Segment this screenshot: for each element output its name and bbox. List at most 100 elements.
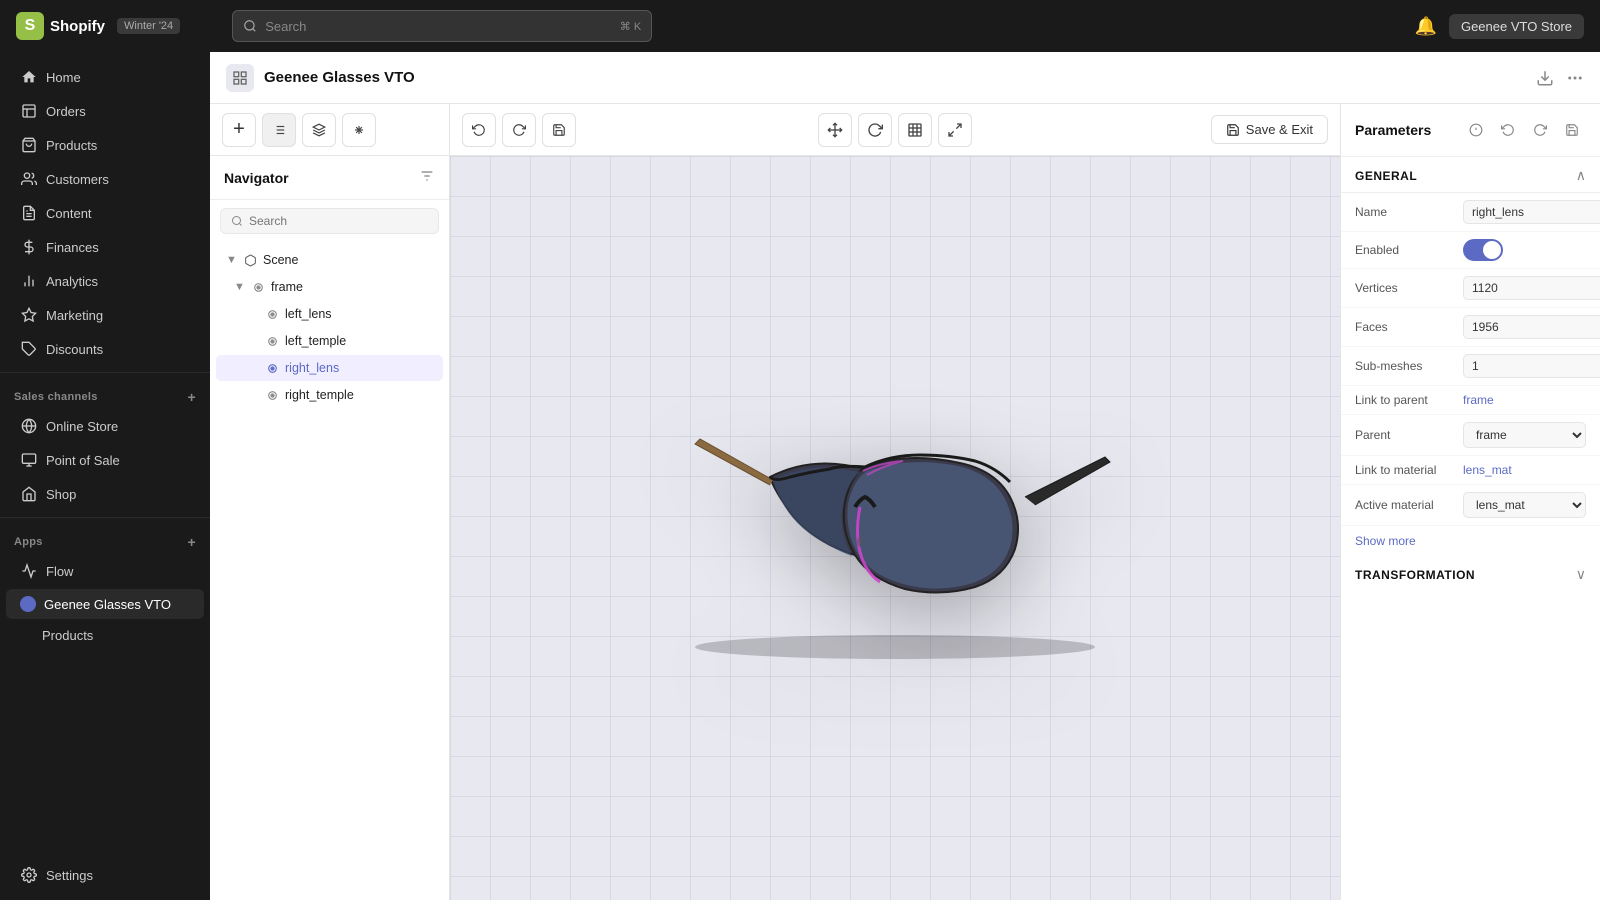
param-link-material-value[interactable]: lens_mat: [1463, 463, 1512, 477]
param-link-material-row: Link to material lens_mat: [1341, 456, 1600, 485]
sidebar-item-flow[interactable]: Flow: [6, 555, 204, 587]
tree-item-right-lens[interactable]: ▶ right_lens: [216, 355, 443, 381]
param-faces-label: Faces: [1355, 320, 1455, 334]
undo-icon: [472, 123, 486, 137]
sidebar-item-marketing[interactable]: Marketing: [6, 299, 204, 331]
save-button[interactable]: [542, 113, 576, 147]
transformation-chevron[interactable]: ∨: [1576, 566, 1586, 583]
notifications-bell[interactable]: 🔔: [1415, 16, 1437, 37]
sidebar-item-shop[interactable]: Shop: [6, 478, 204, 510]
sidebar-item-point-of-sale[interactable]: Point of Sale: [6, 444, 204, 476]
shopify-logo: S Shopify: [16, 12, 105, 40]
tree-item-scene[interactable]: ▼ Scene: [216, 247, 443, 273]
right-temple-icon: [264, 387, 280, 403]
save-exit-button[interactable]: Save & Exit: [1211, 115, 1328, 144]
params-redo-icon[interactable]: [1526, 116, 1554, 144]
param-name-input[interactable]: [1463, 200, 1600, 224]
online-store-icon: [20, 417, 38, 435]
params-info-icon[interactable]: [1462, 116, 1490, 144]
sidebar-item-settings[interactable]: Settings: [6, 859, 204, 891]
sidebar-label-orders: Orders: [46, 104, 86, 119]
sidebar-item-discounts[interactable]: Discounts: [6, 333, 204, 365]
sidebar-item-products-sub[interactable]: Products: [6, 621, 204, 650]
param-vertices-label: Vertices: [1355, 281, 1455, 295]
general-section-header[interactable]: GENERAL ∧: [1341, 157, 1600, 193]
param-vertices-input: [1463, 276, 1600, 300]
search-input[interactable]: [265, 19, 612, 34]
sidebar-item-content[interactable]: Content: [6, 197, 204, 229]
navigator-search-input[interactable]: [249, 214, 428, 228]
add-button[interactable]: +: [222, 113, 256, 147]
undo-button[interactable]: [462, 113, 496, 147]
transformation-section-header[interactable]: TRANSFORMATION ∨: [1341, 556, 1600, 591]
rotate-tool[interactable]: [858, 113, 892, 147]
general-title: GENERAL: [1355, 169, 1417, 183]
sidebar-item-orders[interactable]: Orders: [6, 95, 204, 127]
analytics-icon: [20, 272, 38, 290]
products-icon: [20, 136, 38, 154]
more-icon[interactable]: [1566, 69, 1584, 87]
tree-item-right-temple[interactable]: ▶ right_temple: [216, 382, 443, 408]
global-search[interactable]: ⌘ K: [232, 10, 652, 42]
param-link-parent-value[interactable]: frame: [1463, 393, 1494, 407]
tree-item-left-temple[interactable]: ▶ left_temple: [216, 328, 443, 354]
viewport-wrapper: Save & Exit: [450, 104, 1340, 900]
sidebar-bottom: Settings: [0, 858, 210, 892]
customers-icon: [20, 170, 38, 188]
left-panel: + Navigator: [210, 104, 450, 900]
params-header: Parameters: [1341, 104, 1600, 157]
tree-label-right-temple: right_temple: [285, 388, 354, 402]
navigator-search[interactable]: [210, 200, 449, 242]
flow-icon: [20, 562, 38, 580]
sidebar-label-geenee: Geenee Glasses VTO: [44, 597, 171, 612]
params-save-icon[interactable]: [1558, 116, 1586, 144]
topbar-right: 🔔 Geenee VTO Store: [1415, 14, 1584, 39]
sidebar-label-products-sub: Products: [42, 628, 93, 643]
transform-tools: [818, 113, 972, 147]
pattern-icon: [352, 123, 366, 137]
undo-redo-group: [462, 113, 576, 147]
sidebar-item-home[interactable]: Home: [6, 61, 204, 93]
apps-expand[interactable]: +: [188, 534, 196, 550]
sidebar-item-customers[interactable]: Customers: [6, 163, 204, 195]
tree-label-left-temple: left_temple: [285, 334, 346, 348]
frame-view-tool[interactable]: [898, 113, 932, 147]
sidebar-item-products[interactable]: Products: [6, 129, 204, 161]
sidebar-item-geenee[interactable]: Geenee Glasses VTO: [6, 589, 204, 619]
pattern-button[interactable]: [342, 113, 376, 147]
marketing-icon: [20, 306, 38, 324]
discounts-icon: [20, 340, 38, 358]
geenee-icon: [20, 596, 36, 612]
param-link-material-label: Link to material: [1355, 463, 1455, 477]
sidebar-item-online-store[interactable]: Online Store: [6, 410, 204, 442]
general-chevron[interactable]: ∧: [1576, 167, 1586, 184]
param-active-material-select[interactable]: lens_mat frame_mat: [1463, 492, 1586, 518]
app-header-icon: [226, 64, 254, 92]
viewport-content: [645, 387, 1145, 670]
resize-tool[interactable]: [938, 113, 972, 147]
app-title: Geenee Glasses VTO: [264, 69, 415, 86]
orders-icon: [20, 102, 38, 120]
content-icon: [20, 204, 38, 222]
move-tool[interactable]: [818, 113, 852, 147]
tree-item-left-lens[interactable]: ▶ left_lens: [216, 301, 443, 327]
show-more-link[interactable]: Show more: [1341, 526, 1600, 556]
store-selector[interactable]: Geenee VTO Store: [1449, 14, 1584, 39]
layers-button[interactable]: [302, 113, 336, 147]
tree-item-frame[interactable]: ▼ frame: [216, 274, 443, 300]
download-icon[interactable]: [1536, 69, 1554, 87]
sidebar-item-finances[interactable]: Finances: [6, 231, 204, 263]
redo-button[interactable]: [502, 113, 536, 147]
sidebar-item-analytics[interactable]: Analytics: [6, 265, 204, 297]
tree-label-frame: frame: [271, 280, 303, 294]
param-submeshes-row: Sub-meshes: [1341, 347, 1600, 386]
viewport-toolbar: Save & Exit: [450, 104, 1340, 156]
left-temple-icon: [264, 333, 280, 349]
param-enabled-toggle[interactable]: [1463, 239, 1503, 261]
viewport[interactable]: [450, 156, 1340, 900]
navigator-filter-icon[interactable]: [419, 168, 435, 187]
param-parent-select[interactable]: frame none: [1463, 422, 1586, 448]
sales-channels-expand[interactable]: +: [188, 389, 196, 405]
params-undo-icon[interactable]: [1494, 116, 1522, 144]
list-view-button[interactable]: [262, 113, 296, 147]
